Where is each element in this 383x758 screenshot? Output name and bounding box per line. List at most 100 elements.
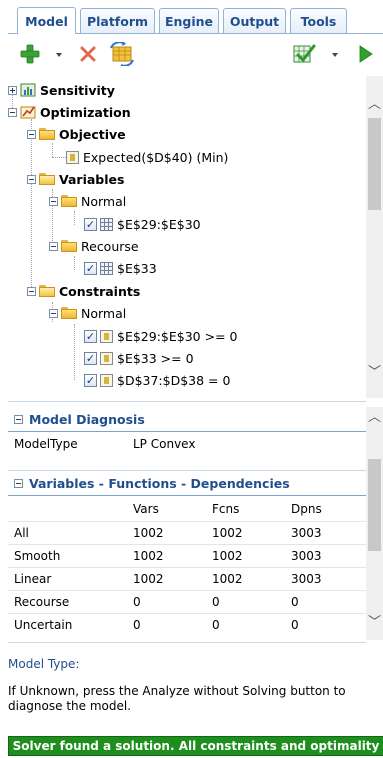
- table-row: Uncertain 0 0 0: [8, 613, 366, 636]
- tree-scroll-thumb[interactable]: [368, 118, 381, 210]
- tree-node-objective-item[interactable]: Expected($D$40) (Min): [66, 146, 228, 168]
- tree-node-objective[interactable]: Objective: [27, 123, 126, 145]
- tree-label: Constraints: [59, 283, 141, 299]
- tree-node-sensitivity[interactable]: Sensitivity: [8, 79, 115, 101]
- tab-output[interactable]: Output: [223, 8, 286, 33]
- analyze-dropdown-caret[interactable]: [332, 53, 338, 57]
- tree-node-var-recourse-item[interactable]: ✓ $E$33: [84, 257, 157, 279]
- tree-node-con-normal[interactable]: Normal: [49, 302, 126, 324]
- cell-dpns: 0: [291, 595, 299, 609]
- delete-icon: [80, 46, 96, 62]
- panel-divider[interactable]: [8, 401, 366, 402]
- expand-icon[interactable]: [8, 85, 17, 95]
- tree-connector: [52, 143, 53, 157]
- diagnosis-scrollbar[interactable]: ︿ ﹀: [366, 407, 383, 640]
- sensitivity-icon: [20, 83, 36, 97]
- model-tree[interactable]: Sensitivity Optimization Objective Expec…: [8, 76, 366, 398]
- checkbox-checked-icon[interactable]: ✓: [84, 373, 97, 387]
- scroll-up-icon[interactable]: ︿: [366, 407, 383, 425]
- tree-label: Normal: [81, 305, 127, 321]
- add-dropdown-caret[interactable]: [56, 53, 62, 57]
- cell-vars: 0: [133, 595, 141, 609]
- tree-connector: [74, 324, 75, 380]
- collapse-icon[interactable]: [14, 414, 23, 424]
- checkbox-checked-icon[interactable]: ✓: [84, 217, 97, 231]
- scroll-down-icon[interactable]: ﹀: [366, 362, 383, 380]
- tree-node-constraint-item[interactable]: ✓ $E$29:$E$30 >= 0: [84, 325, 237, 347]
- cell-fcns: 1002: [212, 572, 243, 586]
- tree-connector: [74, 211, 75, 225]
- tree-node-constraints[interactable]: Constraints: [27, 280, 140, 302]
- tree-label: Recourse: [81, 238, 139, 254]
- cell-fcns: 0: [212, 595, 220, 609]
- info-title: Model Type:: [8, 657, 80, 671]
- row-label: Linear: [14, 572, 52, 586]
- analyze-icon: [293, 44, 316, 63]
- collapse-icon[interactable]: [49, 308, 58, 318]
- solve-button[interactable]: [356, 42, 376, 66]
- tree-connector: [74, 256, 75, 270]
- delete-button[interactable]: [76, 42, 100, 66]
- folder-open-icon: [39, 173, 55, 185]
- info-text: If Unknown, press the Analyze without So…: [8, 684, 346, 713]
- cell-dpns: 3003: [291, 572, 322, 586]
- analyze-button[interactable]: [291, 42, 317, 66]
- tree-node-variables[interactable]: Variables: [27, 168, 124, 190]
- refresh-icon: [110, 42, 134, 66]
- folder-icon: [39, 128, 55, 140]
- scroll-up-icon[interactable]: ︿: [366, 94, 383, 112]
- diagnosis-scroll-thumb[interactable]: [368, 459, 381, 551]
- folder-icon: [61, 195, 77, 207]
- tree-label: $E$29:$E$30 >= 0: [117, 328, 238, 344]
- tree-node-var-recourse[interactable]: Recourse: [49, 235, 139, 257]
- collapse-icon[interactable]: [49, 196, 58, 206]
- collapse-icon[interactable]: [27, 286, 36, 296]
- tab-engine[interactable]: Engine: [159, 8, 219, 33]
- model-type-value: LP Convex: [133, 437, 196, 451]
- row-label: All: [14, 526, 29, 540]
- tab-bar: Model Platform Engine Output Tools: [0, 0, 383, 34]
- cell-dpns: 0: [291, 618, 299, 632]
- tree-node-var-normal[interactable]: Normal: [49, 190, 126, 212]
- cell-vars: 1002: [133, 549, 164, 563]
- tree-label: $E$33 >= 0: [117, 350, 194, 366]
- cell-dpns: 3003: [291, 526, 322, 540]
- column-header: Fcns: [212, 502, 240, 516]
- tree-scrollbar[interactable]: ︿ ﹀: [366, 76, 383, 398]
- checkbox-checked-icon[interactable]: ✓: [84, 351, 97, 365]
- row-label: Uncertain: [14, 618, 73, 632]
- column-header: Vars: [133, 502, 159, 516]
- tab-platform[interactable]: Platform: [80, 8, 155, 33]
- refresh-button[interactable]: [108, 42, 136, 66]
- checkbox-checked-icon[interactable]: ✓: [84, 329, 97, 343]
- add-icon: [20, 44, 40, 64]
- add-button[interactable]: [18, 42, 42, 66]
- column-header: Dpns: [291, 502, 322, 516]
- collapse-icon[interactable]: [27, 129, 36, 139]
- scroll-down-icon[interactable]: ﹀: [366, 612, 383, 630]
- model-diagnosis-panel: Model Diagnosis ModelType LP Convex Vari…: [8, 407, 366, 640]
- tree-node-constraint-item[interactable]: ✓ $D$37:$D$38 = 0: [84, 369, 230, 391]
- collapse-icon[interactable]: [8, 107, 17, 117]
- table-row: All 1002 1002 3003: [8, 521, 366, 544]
- tab-model[interactable]: Model: [17, 7, 76, 34]
- table-row: Smooth 1002 1002 3003: [8, 544, 366, 567]
- tree-label: $E$29:$E$30: [117, 216, 201, 232]
- collapse-icon[interactable]: [49, 241, 58, 251]
- play-icon: [359, 45, 373, 63]
- cell-fcns: 0: [212, 618, 220, 632]
- row-label: Smooth: [14, 549, 61, 563]
- folder-icon: [61, 307, 77, 319]
- vfd-header[interactable]: Variables - Functions - Dependencies: [8, 470, 366, 496]
- collapse-icon[interactable]: [14, 478, 23, 488]
- tree-node-var-normal-item[interactable]: ✓ $E$29:$E$30: [84, 213, 201, 235]
- checkbox-checked-icon[interactable]: ✓: [84, 261, 97, 275]
- tree-node-constraint-item[interactable]: ✓ $E$33 >= 0: [84, 347, 194, 369]
- collapse-icon[interactable]: [27, 174, 36, 184]
- tab-tools[interactable]: Tools: [290, 8, 347, 33]
- section-title: Variables - Functions - Dependencies: [29, 475, 290, 491]
- tree-node-optimization[interactable]: Optimization: [8, 101, 131, 123]
- constraint-cell-icon: [100, 373, 113, 387]
- cell-dpns: 3003: [291, 549, 322, 563]
- model-diagnosis-header[interactable]: Model Diagnosis: [8, 407, 366, 432]
